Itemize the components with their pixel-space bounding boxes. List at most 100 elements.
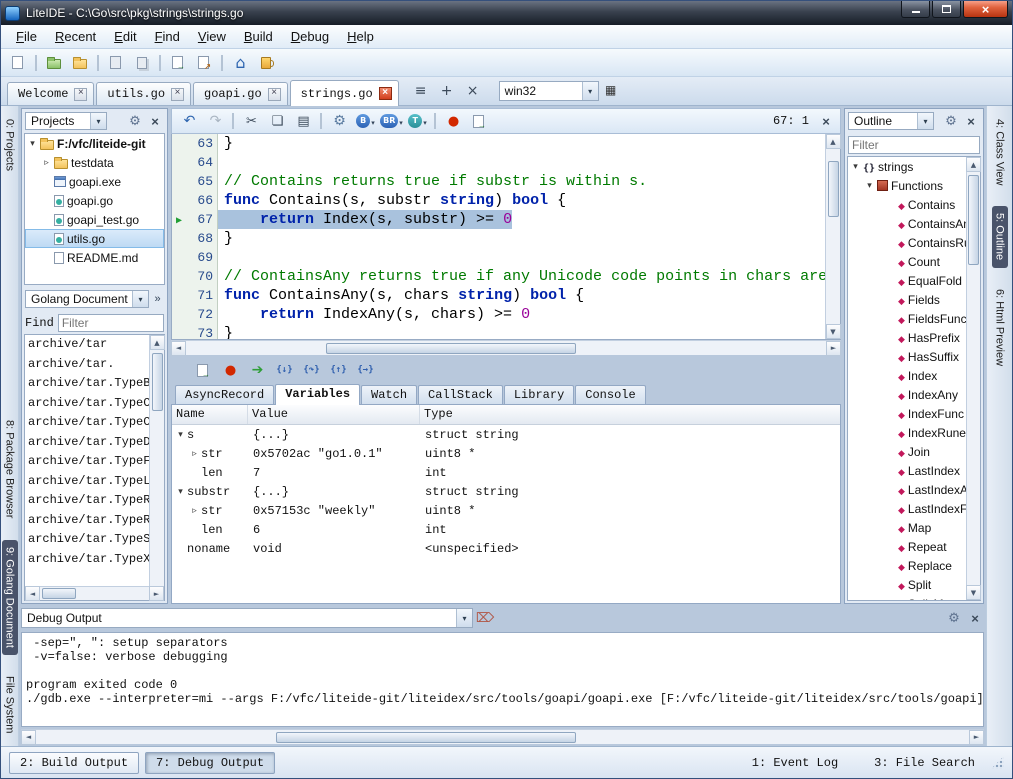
line-number[interactable]: 69: [186, 248, 218, 267]
toolbar-button[interactable]: [159, 55, 161, 71]
step-out-button[interactable]: {↑}: [326, 359, 350, 381]
scroll-left-icon[interactable]: ◄: [21, 730, 36, 745]
outline-item[interactable]: ▾ strings: [848, 157, 966, 176]
panel-menu-icon[interactable]: [945, 609, 963, 627]
code-line[interactable]: 64: [172, 153, 825, 172]
outline-item[interactable]: HasSuffix: [848, 347, 966, 366]
dropdown-arrow-icon[interactable]: [423, 114, 427, 128]
substr[interactable]: ▾substr {...} struct string: [172, 482, 840, 501]
debug-tab[interactable]: Variables: [275, 384, 360, 405]
expander-icon[interactable]: ▾: [176, 487, 185, 497]
menu-item[interactable]: Debug: [282, 26, 338, 47]
outline-item[interactable]: SplitAfter: [848, 594, 966, 600]
line-number[interactable]: 65: [186, 172, 218, 191]
copy-button[interactable]: ❏: [265, 110, 289, 132]
column-header[interactable]: Type: [420, 405, 840, 424]
outline-item[interactable]: IndexFunc: [848, 404, 966, 423]
panel-menu-icon[interactable]: [126, 112, 144, 130]
debug-tab[interactable]: Library: [504, 385, 574, 404]
overflow-chevron-icon[interactable]: »: [151, 293, 164, 305]
dropdown-arrow-icon[interactable]: [371, 114, 375, 128]
scrollbar-thumb[interactable]: [828, 161, 839, 217]
close-editor-icon[interactable]: [817, 112, 835, 130]
debug-output-text[interactable]: -sep=", ": setup separators -v=false: ve…: [21, 632, 984, 727]
tree-item[interactable]: ▹ testdata: [25, 153, 164, 172]
toolbar-button[interactable]: [97, 55, 99, 71]
code-line[interactable]: 73 }: [172, 324, 825, 339]
outline-item[interactable]: HasPrefix: [848, 328, 966, 347]
menu-item[interactable]: Recent: [46, 26, 105, 47]
debug-tab[interactable]: Console: [575, 385, 645, 404]
document-list-item[interactable]: archive/tar.TypeSymlink: [25, 530, 149, 550]
line-number[interactable]: 71: [186, 286, 218, 305]
outline-item[interactable]: Split: [848, 575, 966, 594]
tree-item[interactable]: utils.go: [25, 229, 164, 248]
cut-button[interactable]: ✂: [239, 110, 263, 132]
env-options-button[interactable]: ▦: [599, 79, 623, 101]
tree-item[interactable]: goapi.go: [25, 191, 164, 210]
scrollbar-thumb[interactable]: [326, 343, 576, 354]
scrollbar-thumb[interactable]: [152, 353, 163, 411]
dropdown-arrow-icon[interactable]: [399, 114, 403, 128]
panel-close-icon[interactable]: [966, 609, 984, 627]
editor-tab[interactable]: goapi.go: [193, 82, 288, 105]
outline-item[interactable]: Count: [848, 252, 966, 271]
step-into-button[interactable]: {↓}: [272, 359, 296, 381]
side-tab[interactable]: 5: Outline: [992, 206, 1008, 267]
editor-tab[interactable]: strings.go: [290, 80, 399, 106]
menu-item[interactable]: Build: [235, 26, 282, 47]
column-header[interactable]: Name: [172, 405, 248, 424]
outline-item[interactable]: IndexRune: [848, 423, 966, 442]
panel-close-icon[interactable]: [146, 112, 164, 130]
document-list-item[interactable]: archive/tar.TypeDir: [25, 433, 149, 453]
noname[interactable]: noname void <unspecified>: [172, 539, 840, 558]
close-tab-icon[interactable]: [268, 88, 281, 101]
debug-tab[interactable]: Watch: [361, 385, 417, 404]
toolbar-button[interactable]: [221, 55, 223, 71]
chevron-down-icon[interactable]: [90, 113, 106, 129]
chevron-down-icon[interactable]: [917, 113, 933, 129]
line-number[interactable]: 70: [186, 267, 218, 286]
continue-debug-button[interactable]: ➔: [245, 359, 269, 381]
statusbar-link[interactable]: 1: Event Log: [752, 756, 838, 770]
build-run-menu-button[interactable]: BR: [379, 110, 403, 132]
code-line[interactable]: 65 // Contains returns true if substr is…: [172, 172, 825, 191]
new-file-button[interactable]: [6, 52, 30, 74]
line-number[interactable]: 63: [186, 134, 218, 153]
open-folder-button[interactable]: [68, 52, 92, 74]
tab-list-button[interactable]: ≡: [409, 80, 433, 102]
statusbar-button[interactable]: 7: Debug Output: [145, 752, 275, 774]
doclist-vertical-scrollbar[interactable]: ▲: [149, 335, 164, 586]
document-list-item[interactable]: archive/tar.TypeXGlobalHeader: [25, 550, 149, 570]
outline-filter-input[interactable]: [848, 136, 980, 154]
editor-tab[interactable]: Welcome: [7, 82, 94, 105]
side-tab[interactable]: 4: Class View: [992, 112, 1008, 192]
column-header[interactable]: Value: [248, 405, 420, 424]
code-line[interactable]: 70 // ContainsAny returns true if any Un…: [172, 267, 825, 286]
close-tab-icon[interactable]: [74, 88, 87, 101]
debug-tab[interactable]: AsyncRecord: [175, 385, 274, 404]
outline-selector[interactable]: Outline: [848, 112, 934, 130]
menu-item[interactable]: Find: [146, 26, 189, 47]
home-button[interactable]: ⌂: [228, 52, 252, 74]
tree-item[interactable]: README.md: [25, 248, 164, 267]
outline-item[interactable]: LastIndexAny: [848, 480, 966, 499]
toolbar-button[interactable]: [35, 55, 37, 71]
outline-item[interactable]: Index: [848, 366, 966, 385]
split-tab-button[interactable]: +: [435, 80, 459, 102]
statusbar-button[interactable]: 2: Build Output: [9, 752, 139, 774]
import-button[interactable]: [192, 52, 216, 74]
menu-item[interactable]: View: [189, 26, 235, 47]
menu-item[interactable]: Help: [338, 26, 383, 47]
menu-item[interactable]: File: [7, 26, 46, 47]
scrollbar-thumb[interactable]: [968, 175, 979, 265]
outline-item[interactable]: LastIndex: [848, 461, 966, 480]
document-list-item[interactable]: archive/tar.TypeReg: [25, 491, 149, 511]
undo-button[interactable]: ↶: [177, 110, 201, 132]
code-editor[interactable]: 63 } 64 65 // Contains returns true if s…: [171, 134, 841, 340]
line-number[interactable]: 66: [186, 191, 218, 210]
scroll-left-icon[interactable]: ◄: [171, 341, 186, 356]
build-config-button[interactable]: ⚙: [327, 110, 351, 132]
minimize-button[interactable]: [901, 1, 930, 18]
show-current-line-button[interactable]: [191, 359, 215, 381]
